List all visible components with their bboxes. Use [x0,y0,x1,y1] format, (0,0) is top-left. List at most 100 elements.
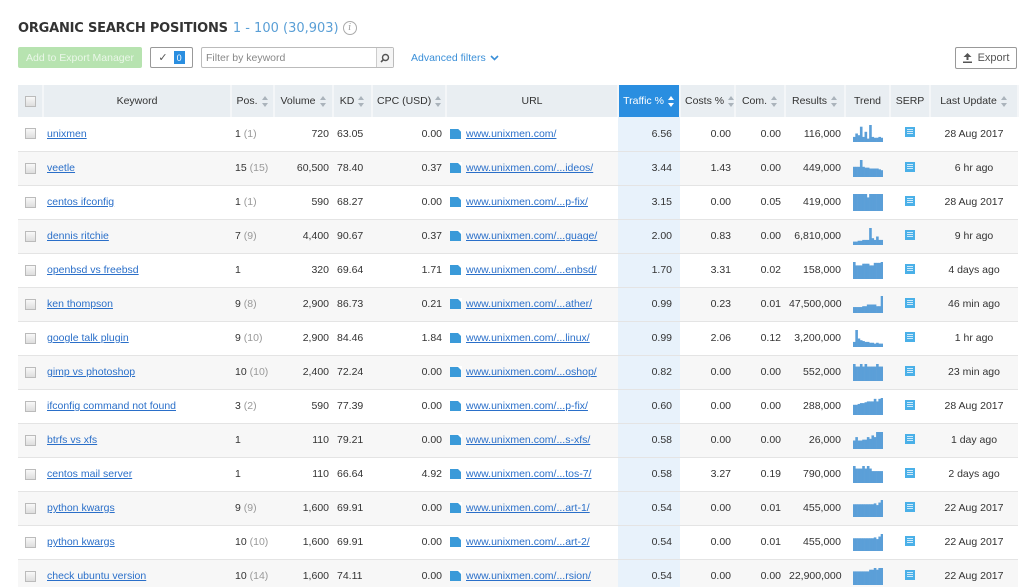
keyword-link[interactable]: ifconfig command not found [47,400,176,412]
url-link[interactable]: www.unixmen.com/...rsion/ [466,570,591,582]
keyword-link[interactable]: centos mail server [47,468,132,480]
row-checkbox[interactable] [25,230,36,242]
serp-icon[interactable] [905,161,915,172]
advanced-filters-toggle[interactable]: Advanced filters [411,47,499,68]
keyword-link[interactable]: google talk plugin [47,332,129,344]
external-link-icon[interactable] [450,128,461,139]
competition-cell: 0.00 [735,355,785,390]
keyword-link[interactable]: btrfs vs xfs [47,434,97,446]
url-link[interactable]: www.unixmen.com/...oshop/ [466,366,597,378]
url-link[interactable]: www.unixmen.com/ [466,128,556,140]
row-checkbox[interactable] [25,434,36,446]
keyword-link[interactable]: veetle [47,162,75,174]
serp-icon[interactable] [905,399,915,410]
external-link-icon[interactable] [450,333,461,343]
keyword-link[interactable]: python kwargs [47,502,115,514]
external-link-icon[interactable] [450,265,461,275]
serp-icon[interactable] [905,263,915,274]
row-checkbox[interactable] [25,570,36,582]
column-header-costs[interactable]: Costs % [680,85,736,117]
url-link[interactable]: www.unixmen.com/...linux/ [466,332,590,344]
search-button[interactable] [376,48,393,67]
serp-icon[interactable] [905,365,915,376]
external-link-icon[interactable] [450,503,461,513]
trend-bar [873,536,876,551]
external-link-icon[interactable] [450,299,461,309]
column-header-cpc[interactable]: CPC (USD) [372,85,447,117]
results-cell: 419,000 [785,185,845,220]
external-link-icon[interactable] [450,163,461,173]
row-checkbox[interactable] [25,264,36,276]
url-link[interactable]: www.unixmen.com/...ather/ [466,298,592,310]
column-header-kd[interactable]: KD [333,85,373,117]
row-checkbox[interactable] [25,502,36,514]
keyword-link[interactable]: ken thompson [47,298,113,310]
url-link[interactable]: www.unixmen.com/...tos-7/ [466,468,591,480]
serp-icon[interactable] [905,195,915,206]
filter-by-keyword-input[interactable] [202,48,376,67]
serp-icon[interactable] [905,127,915,138]
keyword-link[interactable]: check ubuntu version [47,570,146,582]
column-header-last-update[interactable]: Last Update [930,85,1019,117]
keyword-cell: centos mail server [43,457,231,492]
row-checkbox[interactable] [25,196,36,208]
row-checkbox[interactable] [25,162,36,174]
row-checkbox[interactable] [25,128,36,140]
row-select-cell [18,491,43,526]
keyword-link[interactable]: python kwargs [47,536,115,548]
keyword-cell: unixmen [43,117,231,152]
external-link-icon[interactable] [450,367,461,377]
serp-icon[interactable] [905,535,915,546]
add-to-export-manager-button[interactable]: Add to Export Manager [18,47,142,68]
cpc-cell: 0.00 [372,491,446,526]
column-header-com[interactable]: Com. [735,85,786,117]
selected-rows-toggle[interactable]: ✓ 0 [150,47,193,68]
row-checkbox[interactable] [25,536,36,548]
position: 10 [235,570,247,582]
row-checkbox[interactable] [25,332,36,344]
keyword-link[interactable]: centos ifconfig [47,196,114,208]
external-link-icon[interactable] [450,401,461,411]
row-checkbox[interactable] [25,366,36,378]
serp-icon[interactable] [905,467,915,478]
url-link[interactable]: www.unixmen.com/...enbsd/ [466,264,597,276]
position: 1 [235,196,241,208]
keyword-link[interactable]: openbsd vs freebsd [47,264,139,276]
trend-bar [870,137,874,143]
serp-icon[interactable] [905,297,915,308]
url-link[interactable]: www.unixmen.com/...ideos/ [466,162,593,174]
row-checkbox[interactable] [25,400,36,412]
traffic-cell: 3.15 [618,185,680,220]
column-header-volume[interactable]: Volume [274,85,334,117]
info-icon[interactable]: i [342,21,357,35]
url-link[interactable]: www.unixmen.com/...art-1/ [466,502,590,514]
row-checkbox[interactable] [25,298,36,310]
select-all-checkbox[interactable] [24,95,36,107]
serp-icon[interactable] [905,433,915,444]
external-link-icon[interactable] [450,537,461,547]
row-checkbox[interactable] [25,468,36,480]
external-link-icon[interactable] [450,197,461,207]
external-link-icon[interactable] [450,231,461,241]
trend-sparkline [852,261,883,279]
column-header-results[interactable]: Results [785,85,846,117]
url-link[interactable]: www.unixmen.com/...p-fix/ [466,400,588,412]
url-link[interactable]: www.unixmen.com/...s-xfs/ [466,434,590,446]
external-link-icon[interactable] [450,571,461,581]
serp-icon[interactable] [905,229,915,240]
serp-icon[interactable] [905,569,915,580]
url-link[interactable]: www.unixmen.com/...art-2/ [466,536,590,548]
column-header-traffic[interactable]: Traffic % [618,85,681,117]
keyword-cell: ken thompson [43,287,231,322]
url-link[interactable]: www.unixmen.com/...guage/ [466,230,597,242]
url-link[interactable]: www.unixmen.com/...p-fix/ [466,196,588,208]
external-link-icon[interactable] [450,469,461,479]
keyword-link[interactable]: dennis ritchie [47,230,109,242]
column-header-pos[interactable]: Pos. [231,85,275,117]
external-link-icon[interactable] [450,435,461,445]
keyword-link[interactable]: gimp vs photoshop [47,366,135,378]
serp-icon[interactable] [905,501,915,512]
serp-icon[interactable] [905,331,915,342]
export-button[interactable]: Export [955,47,1017,69]
keyword-link[interactable]: unixmen [47,128,87,140]
